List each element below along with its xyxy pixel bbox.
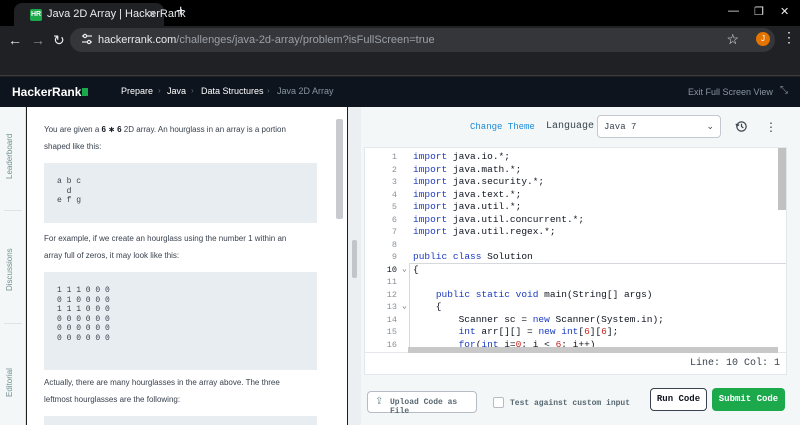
rail-divider [4,210,22,211]
reload-icon[interactable]: ↻ [53,31,65,49]
editor-vertical-scrollbar[interactable] [778,148,786,210]
editor-menu-icon[interactable]: ⋮ [765,120,777,134]
code-line: 5 import java.util.*; [391,201,522,212]
code-line: 2 import java.math.*; [391,163,522,175]
left-rail: Leaderboard Discussions Editorial [0,107,26,425]
problem-scrollbar[interactable] [336,119,343,219]
example-grid-block: 1 1 1 0 0 0 0 1 0 0 0 0 1 1 1 0 0 0 0 0 … [44,272,317,370]
hackerrank-header: HackerRank Prepare › Java › Data Structu… [0,77,800,107]
current-line-highlight [409,263,786,352]
code-editor[interactable]: 1 import java.io.*; 2 import java.math.*; … [364,147,787,353]
browser-tab[interactable]: HR Java 2D Array | HackerRank × [14,3,186,26]
back-icon[interactable]: ← [8,31,22,49]
minimize-icon[interactable]: — [728,5,739,17]
exit-fullscreen-link[interactable]: Exit Full Screen View [688,87,773,97]
submit-code-button[interactable]: Submit Code [712,388,785,411]
breadcrumb-separator-icon: › [267,86,270,95]
panel-divider[interactable] [348,107,361,425]
upload-icon: ⇪ [375,396,384,407]
hourglass-pattern-block: a b c d e f g [44,163,317,223]
cursor-position: Line: 10 Col: 1 [689,358,780,369]
leftmost-hourglasses-block [44,416,317,425]
breadcrumb-java[interactable]: Java [167,86,186,96]
breadcrumb-separator-icon: › [191,86,194,95]
url-text: hackerrank.com/challenges/java-2d-array/… [98,34,435,46]
bookmark-star-icon[interactable]: ☆ [726,31,739,48]
code-line: 6 import java.util.concurrent.*; [391,213,585,225]
browser-toolbar: ← → ↻ hackerrank.com/challenges/java-2d-… [0,26,800,54]
breadcrumb-data-structures[interactable]: Data Structures [201,86,264,96]
problem-panel: You are given a 6 ∗ 6 2D array. An hourg… [27,107,347,425]
language-select[interactable]: Java 7 ⌄ [597,115,721,138]
breadcrumb-current: Java 2D Array [277,86,334,96]
fold-chevron-icon[interactable]: ⌄ [402,301,407,311]
code-line: 9 public class Solution [391,251,533,262]
language-label: Language [546,121,595,132]
hackerrank-favicon-icon: HR [30,9,42,21]
code-line: 4 import java.text.*; [391,188,522,200]
tab-title: Java 2D Array | HackerRank [47,8,186,20]
rail-divider [4,323,22,324]
browser-menu-icon[interactable]: ⋮ [782,29,796,46]
hackerrank-logo[interactable]: HackerRank [12,85,89,99]
fold-chevron-icon[interactable]: ⌄ [402,264,407,274]
run-code-button[interactable]: Run Code [650,388,707,411]
chevron-down-icon: ⌄ [706,121,714,131]
profile-avatar[interactable]: J [756,32,770,46]
breadcrumb-prepare[interactable]: Prepare [121,86,153,96]
actually-text: Actually, there are many hourglasses in … [44,378,280,404]
site-settings-icon[interactable] [81,33,93,45]
custom-input-label[interactable]: Test against custom input [510,399,630,408]
problem-intro: You are given a 6 ∗ 6 2D array. An hourg… [44,125,286,151]
exit-fullscreen-icon[interactable]: ⤡ [780,85,788,96]
code-line: 8 [391,239,397,250]
change-theme-link[interactable]: Change Theme [470,122,535,132]
close-window-icon[interactable]: ✕ [780,5,789,18]
bookmarks-bar [0,54,800,76]
editor-statusbar: Line: 10 Col: 1 [364,353,787,375]
logo-square-icon [82,88,89,96]
code-line: 7 import java.util.regex.*; [391,226,556,237]
code-line: 1 import java.io.*; [391,151,510,162]
address-bar[interactable]: hackerrank.com/challenges/java-2d-array/… [70,28,775,52]
language-value: Java 7 [604,122,637,132]
example-text: For example, if we create an hourglass u… [44,234,287,260]
new-tab-icon[interactable]: + [176,3,185,21]
code-line: 3 import java.security.*; [391,176,545,187]
browser-tabstrip: HR Java 2D Array | HackerRank × + — ❐ ✕ [0,0,800,26]
restore-icon[interactable]: ❐ [754,5,764,18]
custom-input-checkbox[interactable] [493,397,504,408]
restore-code-icon[interactable] [735,120,748,133]
forward-icon[interactable]: → [31,31,45,49]
resize-handle[interactable] [352,240,357,278]
upload-code-button[interactable]: ⇪ Upload Code as File [367,391,477,416]
close-tab-icon[interactable]: × [148,6,156,21]
breadcrumb-separator-icon: › [158,86,161,95]
